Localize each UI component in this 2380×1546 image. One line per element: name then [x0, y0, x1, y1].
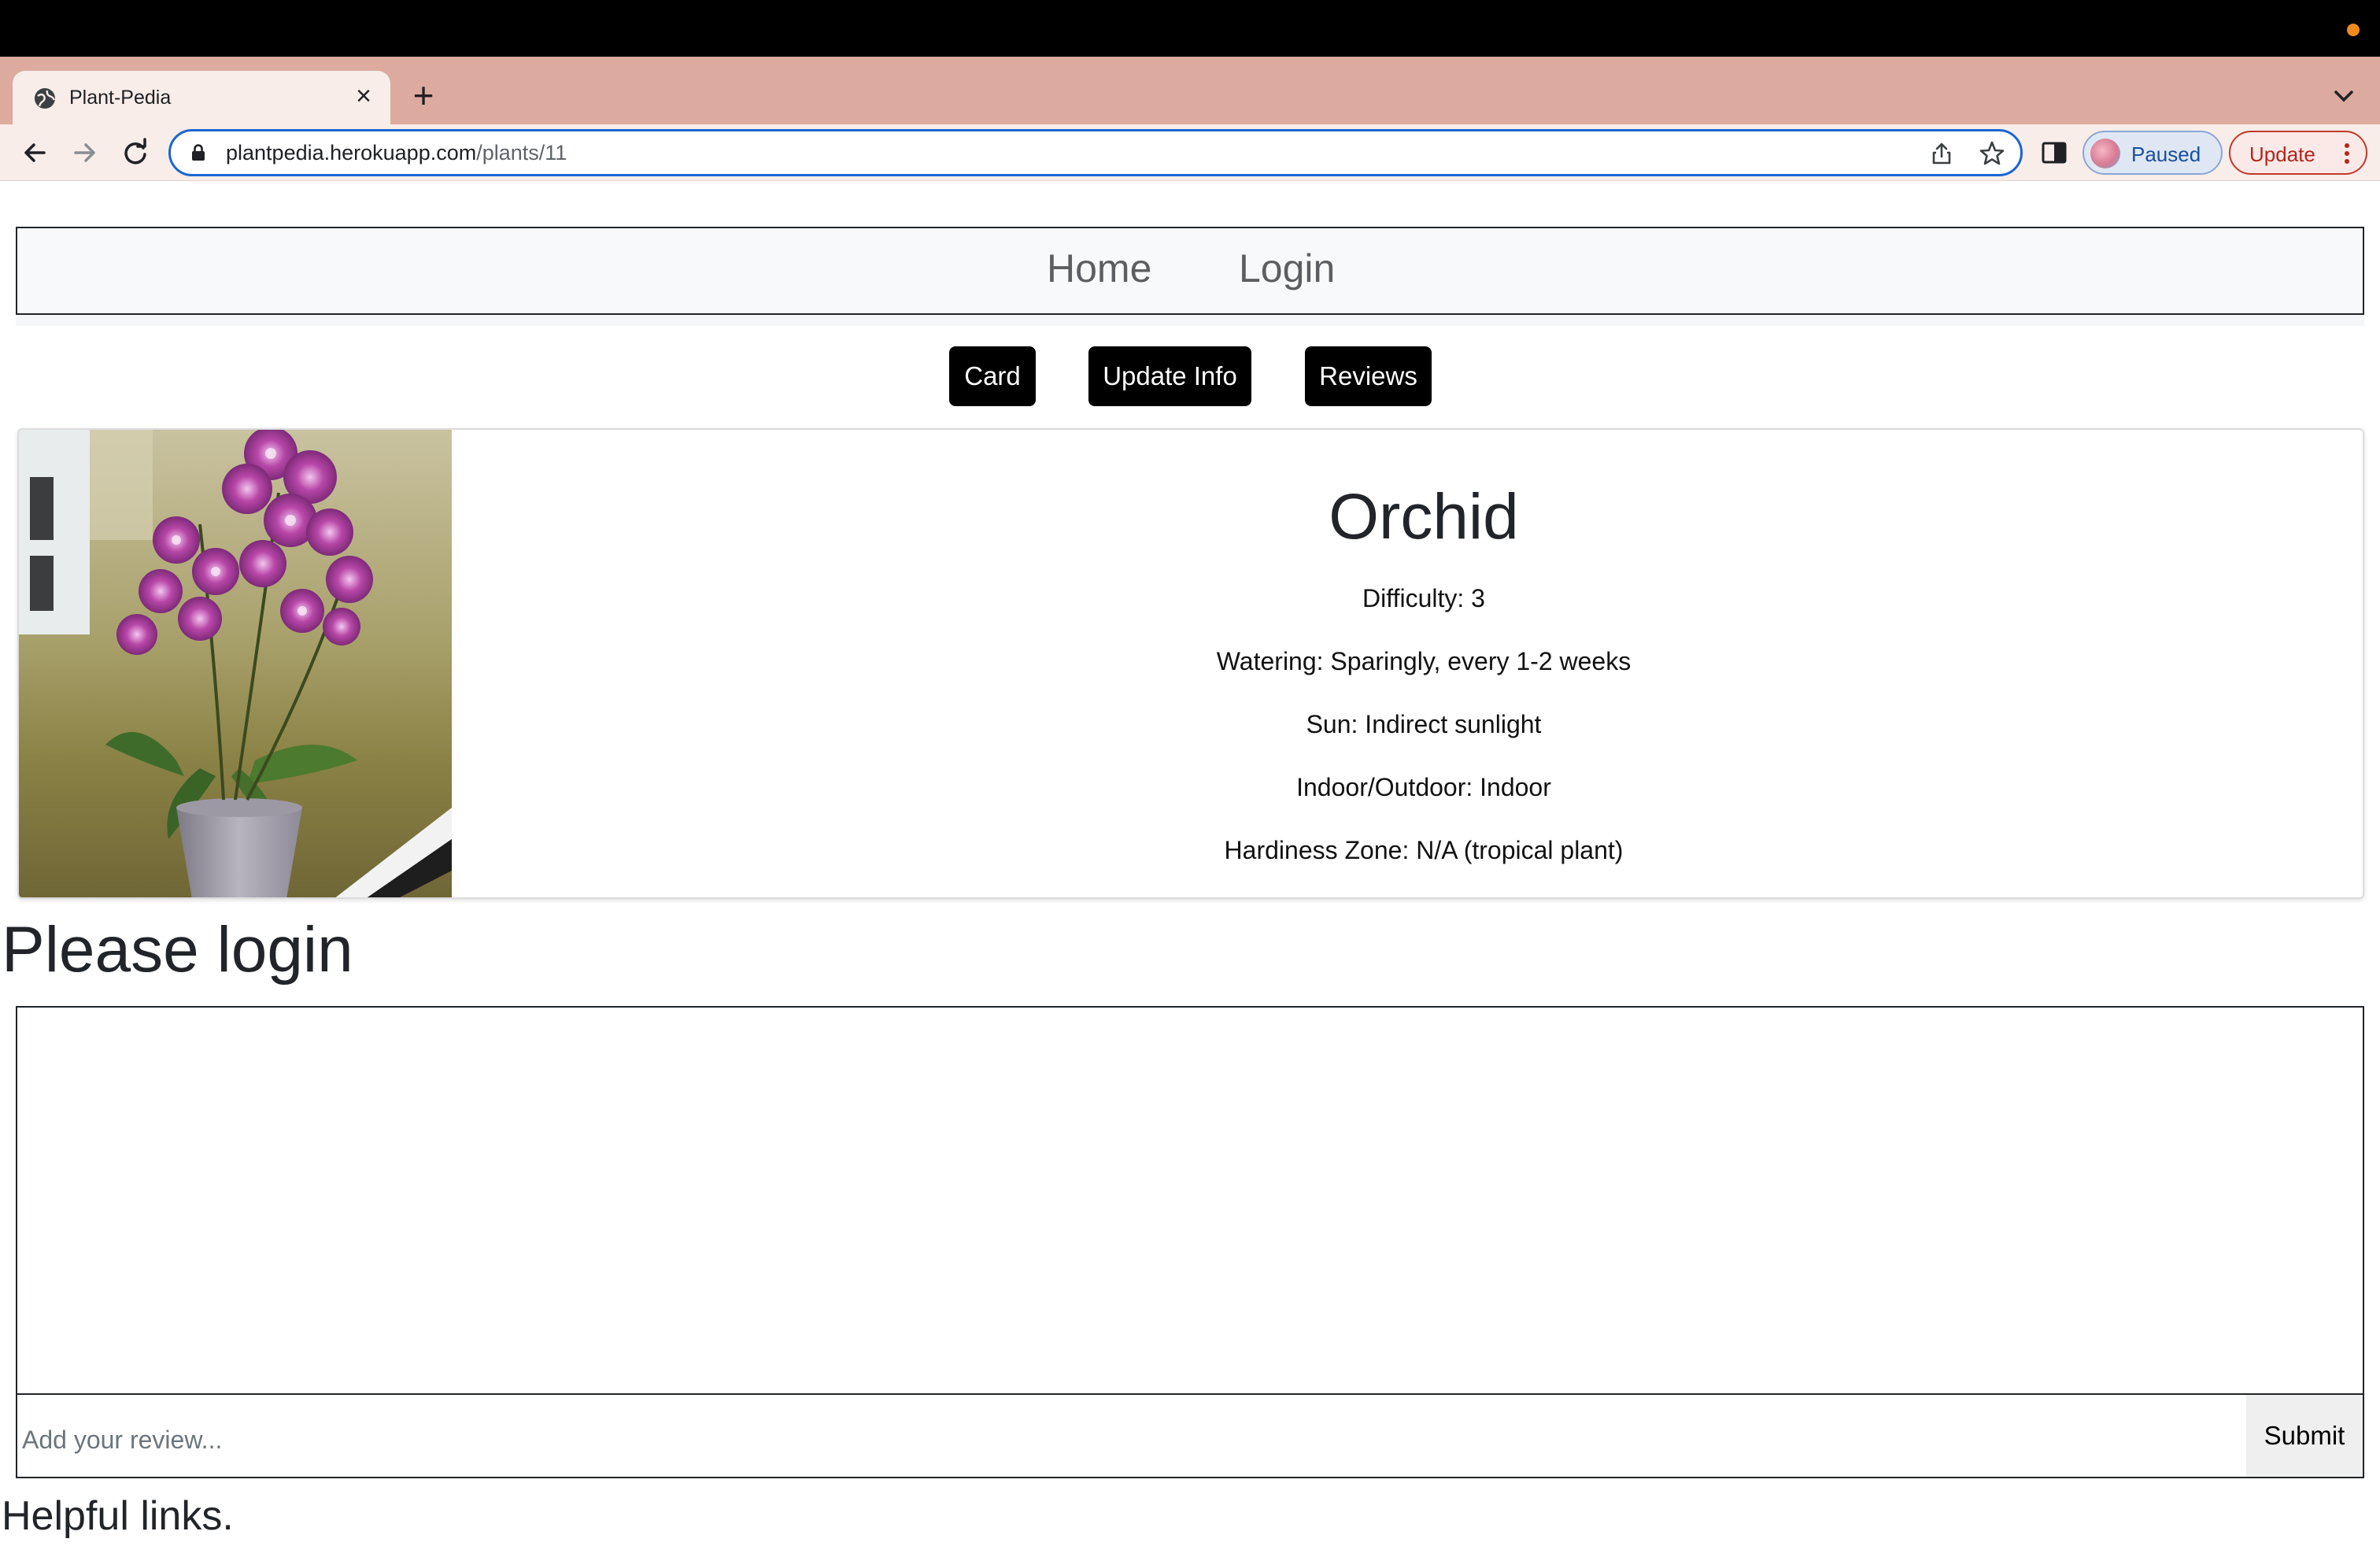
chevron-down-icon[interactable]: [2328, 80, 2360, 112]
recording-indicator-icon: [2347, 24, 2360, 36]
reviews-list: [16, 1006, 2364, 1395]
review-form: Submit: [16, 1393, 2364, 1478]
avatar: [2090, 139, 2120, 168]
plant-location: Indoor/Outdoor: Indoor: [1296, 773, 1551, 801]
profile-button[interactable]: Paused: [2082, 131, 2223, 175]
browser-tab-active[interactable]: Plant-Pedia ×: [13, 71, 390, 124]
plant-photo: [19, 430, 452, 897]
web-page: Home Login Card Update Info Reviews Orch…: [0, 181, 2380, 1546]
system-top-bar: [0, 0, 2380, 57]
url-host: plantpedia.herokuapp.com: [226, 141, 477, 165]
arrow-right-icon: [74, 143, 95, 162]
side-panel-icon[interactable]: [2038, 137, 2070, 168]
tab-title: Plant-Pedia: [69, 87, 172, 109]
navbar-divider: [16, 315, 2364, 326]
browser-update-button[interactable]: Update: [2229, 131, 2367, 175]
browser-toolbar: plantpedia.herokuapp.com/plants/11 Pause…: [0, 124, 2380, 181]
submit-review-button[interactable]: Submit: [2246, 1395, 2363, 1477]
address-bar[interactable]: plantpedia.herokuapp.com/plants/11: [168, 129, 2023, 176]
lock-icon[interactable]: [188, 142, 209, 163]
plant-hardiness: Hardiness Zone: N/A (tropical plant): [1224, 836, 1624, 864]
tab-close-icon[interactable]: ×: [349, 82, 378, 110]
plant-sun: Sun: Indirect sunlight: [1306, 710, 1542, 738]
star-icon[interactable]: [1978, 139, 2006, 168]
new-tab-button[interactable]: +: [406, 77, 441, 113]
reviews-button[interactable]: Reviews: [1305, 346, 1432, 406]
review-input[interactable]: [17, 1395, 2246, 1477]
profile-status-label: Paused: [2131, 142, 2201, 166]
globe-icon: [35, 88, 56, 109]
update-info-button[interactable]: Update Info: [1088, 346, 1251, 406]
reload-button[interactable]: [118, 135, 153, 170]
plant-card: Orchid Difficulty: 3 Watering: Sparingly…: [17, 428, 2364, 899]
arrow-left-icon: [24, 143, 46, 162]
plant-watering: Watering: Sparingly, every 1-2 weeks: [1216, 647, 1632, 675]
card-button[interactable]: Card: [949, 346, 1036, 406]
helpful-links-heading: Helpful links.: [2, 1493, 234, 1539]
nav-link-login[interactable]: Login: [1239, 246, 1335, 291]
more-options-icon: [2345, 143, 2349, 164]
url-path: /plants/11: [476, 141, 567, 165]
login-prompt-heading: Please login: [2, 914, 353, 986]
back-button[interactable]: [17, 135, 52, 170]
share-icon[interactable]: [1927, 139, 1956, 168]
update-label: Update: [2249, 142, 2315, 166]
reload-icon: [124, 138, 146, 165]
plant-name: Orchid: [1329, 481, 1519, 553]
plant-difficulty: Difficulty: 3: [1362, 584, 1485, 612]
nav-link-home[interactable]: Home: [1047, 246, 1151, 291]
browser-tab-strip: Plant-Pedia × +: [0, 57, 2380, 124]
forward-button[interactable]: [68, 135, 102, 170]
url-text: plantpedia.herokuapp.com/plants/11: [226, 141, 567, 165]
site-navbar: Home Login: [16, 227, 2364, 315]
